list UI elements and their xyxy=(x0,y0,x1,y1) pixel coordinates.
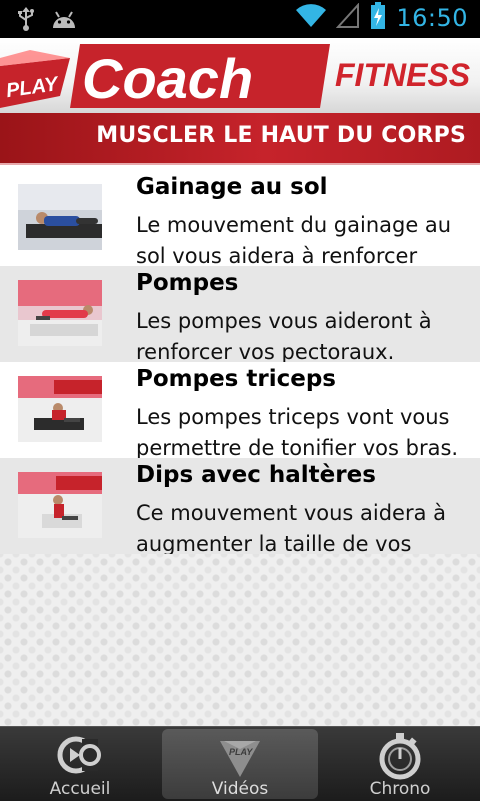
exercise-thumbnail xyxy=(18,376,102,442)
list-item-dips[interactable]: Dips avec haltères Ce mouvement vous aid… xyxy=(0,458,480,554)
tab-label: Chrono xyxy=(369,779,431,799)
signal-icon xyxy=(336,2,360,33)
svg-text:PLAY: PLAY xyxy=(229,747,253,757)
list-item-pompes[interactable]: Pompes Les pompes vous aideront à renfor… xyxy=(0,266,480,362)
coach-logo-icon xyxy=(57,736,101,774)
exercise-description: Les pompes vous aideront à renforcer vos… xyxy=(136,309,432,362)
exercise-thumbnail xyxy=(18,184,102,250)
exercise-title: Dips avec haltères xyxy=(136,462,376,488)
tab-chrono[interactable]: Chrono xyxy=(320,727,480,801)
stopwatch-icon xyxy=(379,733,421,780)
android-icon xyxy=(50,8,78,34)
exercise-title: Pompes xyxy=(136,270,239,296)
status-time: 16:50 xyxy=(396,4,468,32)
list-item-pompes-triceps[interactable]: Pompes triceps Les pompes triceps vont v… xyxy=(0,362,480,458)
tab-label: Vidéos xyxy=(211,779,269,799)
exercise-description: Le mouvement du gainage au sol vous aide… xyxy=(136,213,452,266)
exercise-description: Ce mouvement vous aidera à augmenter la … xyxy=(136,501,447,554)
exercise-thumbnail xyxy=(18,280,102,346)
logo-fitness-text: FITNESS xyxy=(335,57,471,93)
battery-charging-icon xyxy=(370,2,386,34)
empty-area-pattern xyxy=(0,554,480,726)
section-title-bar: MUSCLER LE HAUT DU CORPS xyxy=(0,113,480,163)
tab-videos[interactable]: PLAY Vidéos xyxy=(162,729,318,799)
exercise-list: Gainage au sol Le mouvement du gainage a… xyxy=(0,170,480,554)
logo-coach-text: Coach xyxy=(82,47,253,110)
play-icon: PLAY xyxy=(220,741,260,777)
section-title: MUSCLER LE HAUT DU CORPS xyxy=(96,123,466,148)
wifi-icon xyxy=(296,4,327,32)
tab-label: Accueil xyxy=(49,779,111,799)
app-banner: PLAY Coach FITNESS xyxy=(0,38,480,113)
status-bar: 16:50 xyxy=(0,0,480,38)
exercise-title: Pompes triceps xyxy=(136,366,336,392)
exercise-thumbnail xyxy=(18,472,102,538)
bottom-tab-bar: Accueil PLAY Vidéos Chrono xyxy=(0,726,480,801)
tab-accueil[interactable]: Accueil xyxy=(0,727,160,801)
exercise-title: Gainage au sol xyxy=(136,174,328,200)
play-coach-fitness-logo: PLAY Coach FITNESS xyxy=(0,44,471,110)
list-item-gainage[interactable]: Gainage au sol Le mouvement du gainage a… xyxy=(0,170,480,266)
usb-icon xyxy=(16,6,36,36)
exercise-description: Les pompes triceps vont vous permettre d… xyxy=(136,405,459,458)
